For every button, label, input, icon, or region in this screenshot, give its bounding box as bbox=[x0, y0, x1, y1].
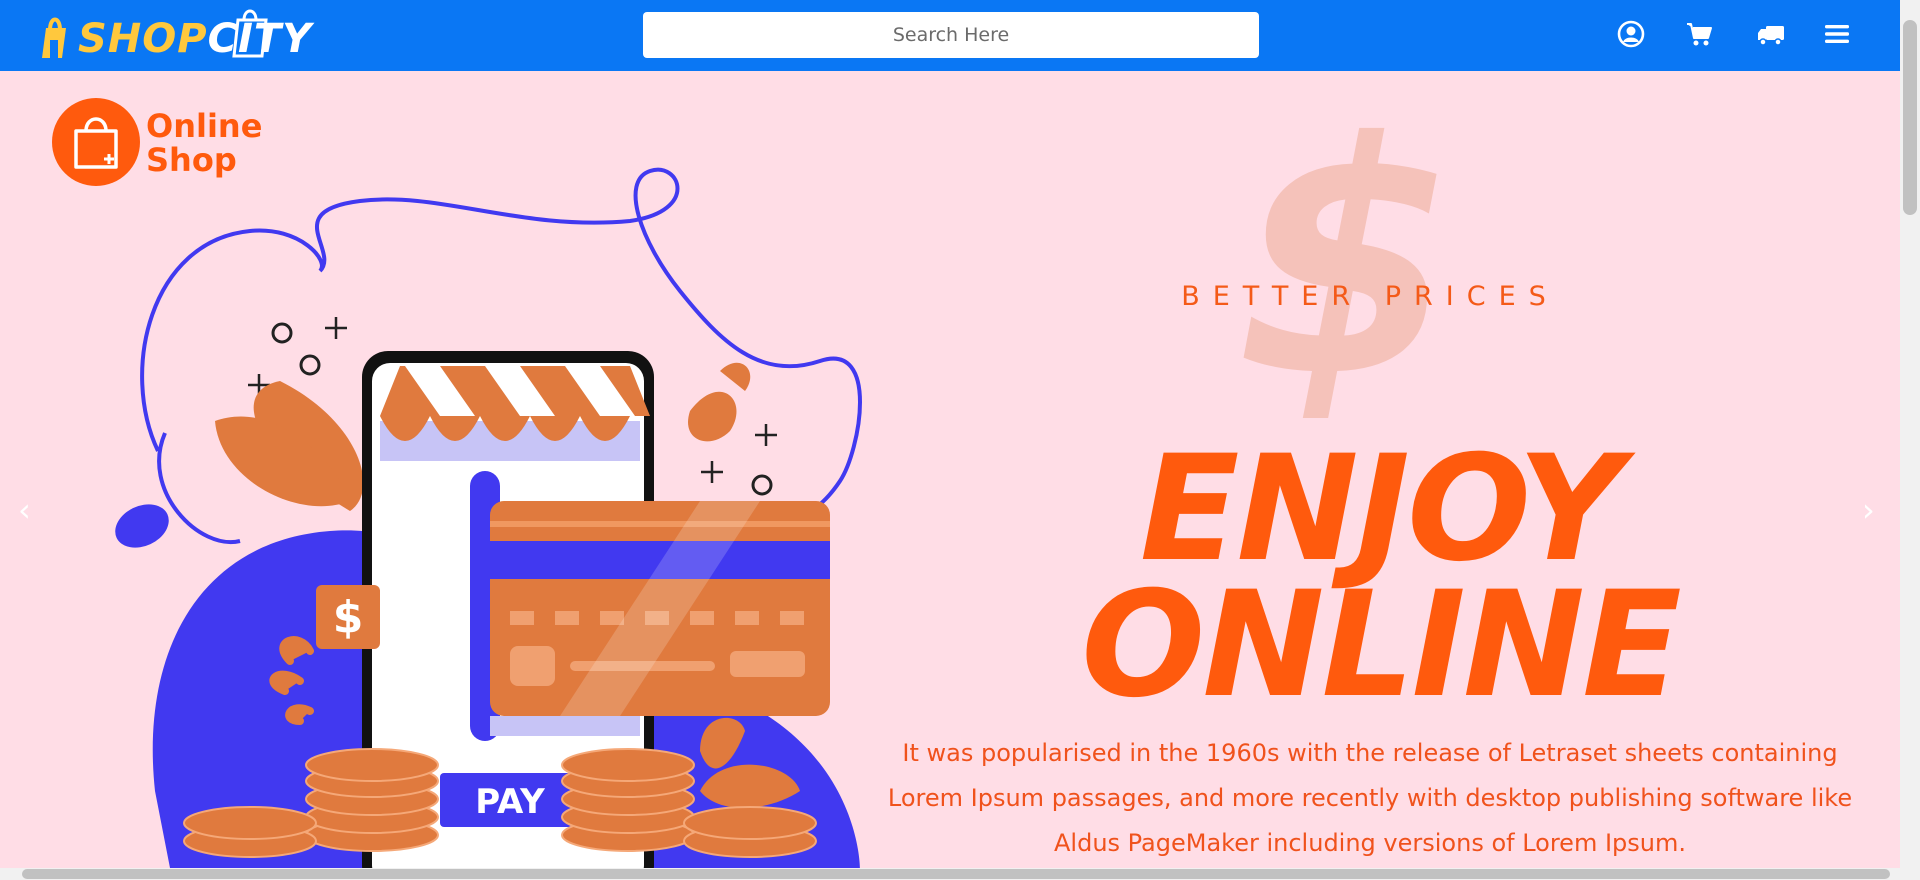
horizontal-scrollbar-thumb[interactable] bbox=[22, 869, 1890, 879]
big-dollar-watermark: $ bbox=[1235, 75, 1458, 447]
logo-shop-text: SHOP bbox=[78, 16, 208, 62]
hero-banner: $ PAY Online Shop $ BETTER PRICES ENJOY … bbox=[0, 71, 1900, 868]
better-prices-subtitle: BETTER PRICES bbox=[1181, 281, 1559, 312]
top-navbar: SHOPCITY bbox=[0, 0, 1900, 71]
headline: ENJOY ONLINE bbox=[1040, 424, 1720, 730]
truck-icon[interactable] bbox=[1754, 17, 1788, 51]
hero-description: It was popularised in the 1960s with the… bbox=[887, 739, 1853, 857]
online-shop-brand-icon bbox=[52, 98, 140, 186]
headline-online: ONLINE bbox=[1081, 560, 1682, 730]
headline-enjoy: ENJOY bbox=[1139, 424, 1623, 594]
brand-line-online: Online bbox=[146, 107, 263, 145]
dollar-badge-icon: $ bbox=[333, 592, 364, 643]
carousel-next-button[interactable]: › bbox=[1862, 491, 1875, 529]
online-shop-illustration: $ PAY bbox=[52, 98, 862, 868]
online-shop-brand-text: Online Shop bbox=[146, 109, 262, 177]
user-circle-icon[interactable] bbox=[1614, 17, 1648, 51]
pay-label: PAY bbox=[475, 782, 545, 822]
logo-bag-outline-icon bbox=[232, 9, 268, 58]
menu-icon[interactable] bbox=[1820, 17, 1854, 51]
cart-icon[interactable] bbox=[1682, 17, 1716, 51]
search-input[interactable] bbox=[643, 12, 1259, 58]
shopcity-logo[interactable]: SHOPCITY bbox=[36, 6, 311, 62]
carousel-prev-button[interactable]: ‹ bbox=[18, 491, 31, 529]
vertical-scrollbar-thumb[interactable] bbox=[1903, 20, 1917, 215]
brand-line-shop: Shop bbox=[146, 141, 237, 179]
